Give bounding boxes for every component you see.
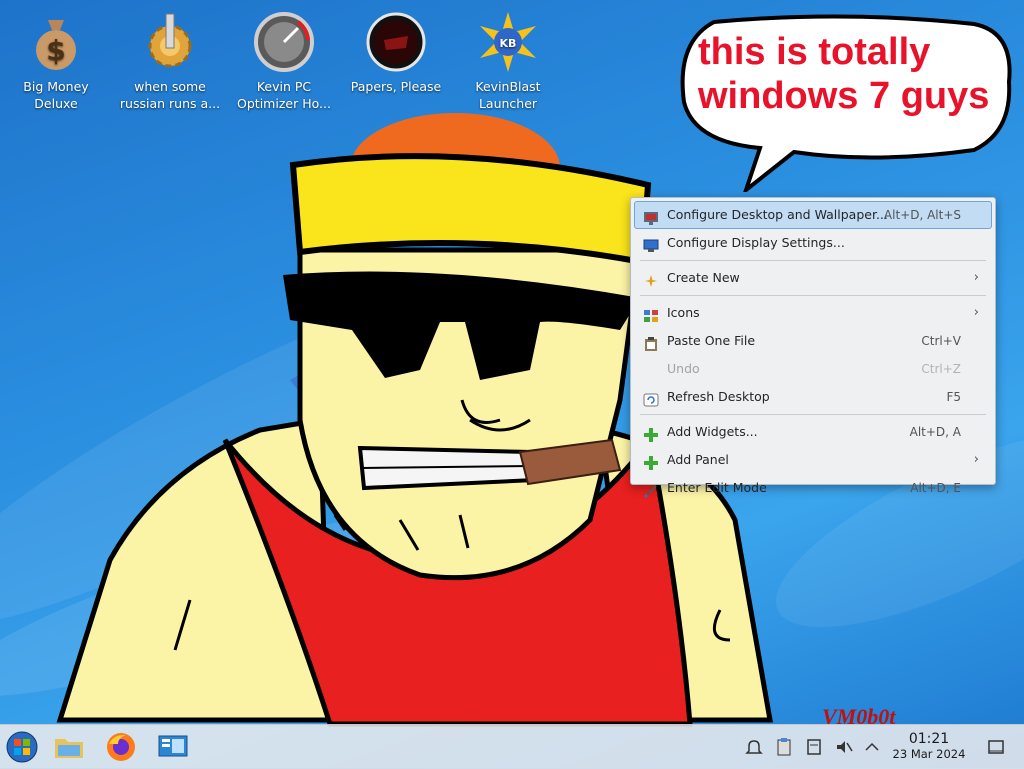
desktop-icon-big-money-deluxe[interactable]: $ Big Money Deluxe [4,8,108,112]
show-desktop-icon[interactable] [986,737,1006,757]
folder-icon [55,739,83,758]
gauge-icon [252,10,316,74]
clock-time[interactable]: 01:21 [896,731,962,747]
notifications-bell-icon[interactable] [744,737,764,757]
menu-item-configure-display[interactable]: Configure Display Settings... [634,229,992,257]
desktop-icon-label: when some russian runs a... [119,79,221,111]
desktop-icon-label: Kevin PC Optimizer Ho... [237,79,331,111]
menu-item-label: Enter Edit Mode [667,480,767,495]
chevron-right-icon: › [973,452,979,467]
menu-separator [640,260,986,261]
desktop-context-menu: Configure Desktop and Wallpaper... Alt+D… [630,197,996,498]
storage-icon[interactable] [804,737,824,757]
gear-icon [138,10,202,74]
menu-item-label: Configure Desktop and Wallpaper... [667,207,888,222]
chevron-right-icon: › [973,270,979,285]
menu-item-label: Undo [667,361,700,376]
desktop-icon-kevin-pc-optimizer[interactable]: Kevin PC Optimizer Ho... [232,8,336,112]
clock-date[interactable]: 23 Mar 2024 [886,747,972,761]
menu-item-paste[interactable]: Paste One File Ctrl+V [634,327,992,355]
menu-item-refresh[interactable]: Refresh Desktop F5 [634,383,992,411]
taskbar [0,724,1024,769]
desktop-icon-label: Papers, Please [350,79,442,94]
icons-grid-icon [643,306,659,322]
paste-icon [643,334,659,351]
menu-separator [640,414,986,415]
firefox-icon [107,733,135,761]
menu-item-create-new[interactable]: Create New › [634,264,992,292]
desktop-settings-icon [643,208,659,225]
start-button[interactable] [5,730,39,764]
menu-item-edit-mode[interactable]: Enter Edit Mode Alt+D, E [634,474,992,502]
plus-icon [643,453,659,470]
taskbar-system-settings[interactable] [156,730,190,764]
menu-item-label: Create New [667,270,740,285]
menu-item-shortcut: Ctrl+Z [921,362,961,376]
volume-muted-icon[interactable] [834,737,854,757]
menu-item-configure-desktop[interactable]: Configure Desktop and Wallpaper... Alt+D… [634,201,992,229]
menu-item-label: Add Panel [667,452,729,467]
taskbar-firefox[interactable] [104,730,138,764]
menu-item-label: Icons [667,305,700,320]
svg-text:KB: KB [500,37,517,50]
system-settings-icon [158,735,188,757]
desktop-icon-label: Big Money Deluxe [23,79,89,111]
new-sparkle-icon [643,271,659,287]
menu-item-add-panel[interactable]: Add Panel › [634,446,992,474]
menu-item-label: Add Widgets... [667,424,758,439]
menu-item-add-widgets[interactable]: Add Widgets... Alt+D, A [634,418,992,446]
clipboard-icon[interactable] [774,737,794,757]
menu-separator [640,295,986,296]
plus-icon [643,425,659,442]
speech-bubble-text: this is totally windows 7 guys [698,31,990,117]
refresh-icon [643,390,659,407]
undo-icon [643,362,659,376]
edit-icon [643,481,659,498]
windows-logo-icon [6,731,38,763]
menu-item-shortcut: Alt+D, E [910,481,961,495]
menu-item-shortcut: F5 [946,390,961,404]
svg-text:$: $ [46,34,65,67]
menu-item-label: Refresh Desktop [667,389,770,404]
papers-please-icon [364,10,428,74]
menu-item-label: Paste One File [667,333,756,348]
display-icon [643,236,659,252]
starburst-icon: KB [476,10,540,74]
desktop-icon-kevinblast-launcher[interactable]: KB KevinBlast Launcher [456,8,560,112]
menu-item-shortcut: Alt+D, Alt+S [883,208,961,222]
desktop-icon-russian[interactable]: when some russian runs a... [118,8,222,112]
menu-item-icons[interactable]: Icons › [634,299,992,327]
menu-item-undo[interactable]: Undo Ctrl+Z [634,355,992,383]
chevron-up-icon[interactable] [862,737,882,757]
menu-item-label: Configure Display Settings... [667,235,845,250]
desktop-icon-label: KevinBlast Launcher [475,79,541,111]
menu-item-shortcut: Alt+D, A [909,425,961,439]
menu-item-shortcut: Ctrl+V [921,334,961,348]
desktop-icon-papers-please[interactable]: Papers, Please [344,8,448,95]
taskbar-file-manager[interactable] [52,730,86,764]
money-bag-icon: $ [24,10,88,74]
chevron-right-icon: › [973,305,979,320]
